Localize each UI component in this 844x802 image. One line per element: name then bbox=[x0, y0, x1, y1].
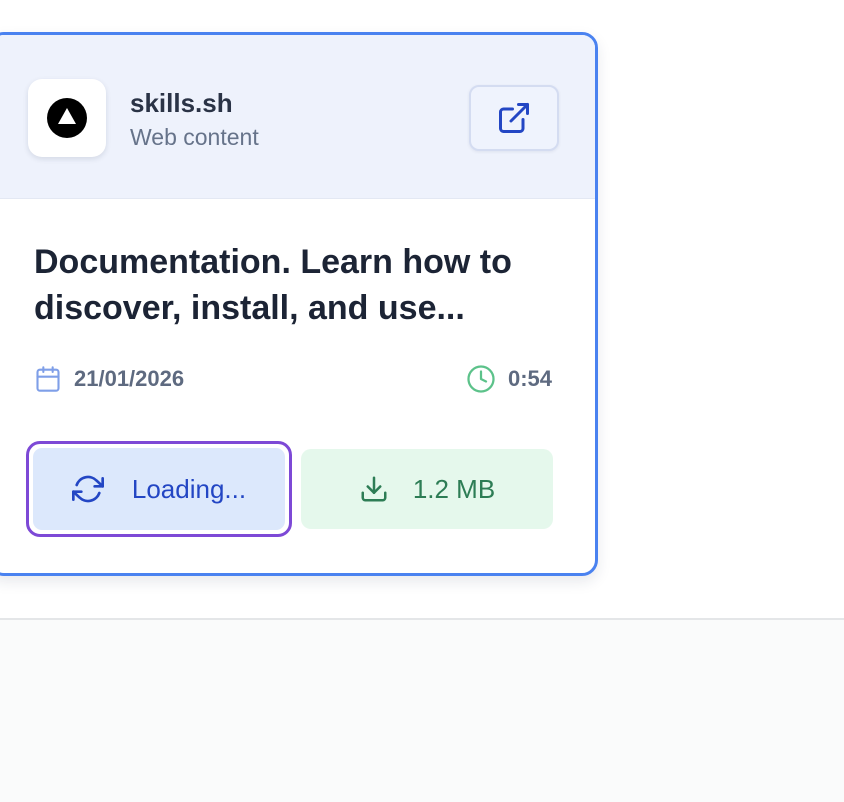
clock-icon bbox=[466, 364, 496, 394]
loading-button-inner: Loading... bbox=[33, 448, 285, 530]
refresh-icon bbox=[71, 473, 104, 505]
bottom-panel bbox=[0, 618, 844, 802]
download-icon bbox=[359, 474, 389, 504]
download-size: 1.2 MB bbox=[412, 473, 496, 504]
external-link-icon bbox=[496, 100, 532, 136]
date-meta: 21/01/2026 bbox=[34, 363, 184, 395]
open-link-button[interactable] bbox=[469, 85, 559, 151]
loading-button[interactable]: Loading... bbox=[26, 441, 292, 537]
site-favicon bbox=[28, 79, 106, 157]
site-name: skills.sh bbox=[130, 88, 233, 118]
content-card[interactable]: skills.sh Web content Documentation. Lea… bbox=[0, 32, 598, 576]
calendar-icon bbox=[34, 365, 62, 393]
duration-meta: 0:54 bbox=[466, 363, 552, 395]
download-button[interactable]: 1.2 MB bbox=[301, 449, 553, 529]
loading-label: Loading... bbox=[131, 473, 247, 504]
site-type: Web content bbox=[130, 124, 259, 150]
duration-text: 0:54 bbox=[507, 366, 552, 391]
card-title: Documentation. Learn how to discover, in… bbox=[34, 243, 512, 327]
card-header: skills.sh Web content bbox=[0, 35, 595, 199]
date-text: 21/01/2026 bbox=[74, 366, 185, 391]
circle-triangle-icon bbox=[46, 97, 88, 139]
